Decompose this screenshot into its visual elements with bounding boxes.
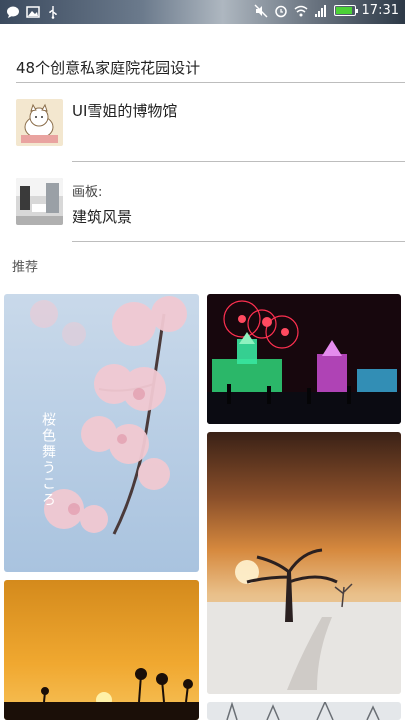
board-name[interactable]: 建筑风景 bbox=[72, 206, 132, 227]
board-thumbnail[interactable] bbox=[16, 178, 63, 225]
status-bar: 17:31 bbox=[0, 0, 405, 24]
image-icon bbox=[26, 4, 40, 18]
pin-card-winter-tree[interactable] bbox=[207, 432, 401, 694]
clock-time: 17:31 bbox=[361, 3, 399, 18]
pin-card-cherry-blossom[interactable]: 桜色舞うころ bbox=[4, 294, 199, 572]
recommend-label: 推荐 bbox=[12, 260, 39, 275]
battery-level bbox=[335, 7, 352, 14]
mute-icon bbox=[254, 4, 268, 18]
author-avatar[interactable] bbox=[16, 99, 63, 146]
pin-title: 48个创意私家庭院花园设计 bbox=[16, 59, 201, 77]
alarm-icon bbox=[274, 4, 288, 18]
pin-card-fireworks[interactable] bbox=[207, 294, 401, 424]
signal-icon bbox=[314, 4, 328, 18]
author-divider bbox=[72, 161, 405, 162]
chat-icon bbox=[6, 4, 20, 18]
board-prefix: 画板: bbox=[72, 185, 103, 200]
wifi-icon bbox=[294, 4, 308, 18]
battery-icon bbox=[333, 5, 358, 16]
author-name[interactable]: UI雪姐的博物馆 bbox=[72, 100, 177, 121]
cherry-calligraphy: 桜色舞うころ bbox=[40, 412, 56, 508]
usb-icon bbox=[46, 4, 60, 19]
title-divider bbox=[16, 82, 405, 83]
pin-card-sunset[interactable] bbox=[4, 580, 199, 720]
pin-card-snowy-trees[interactable] bbox=[207, 702, 401, 720]
board-divider bbox=[72, 241, 405, 242]
